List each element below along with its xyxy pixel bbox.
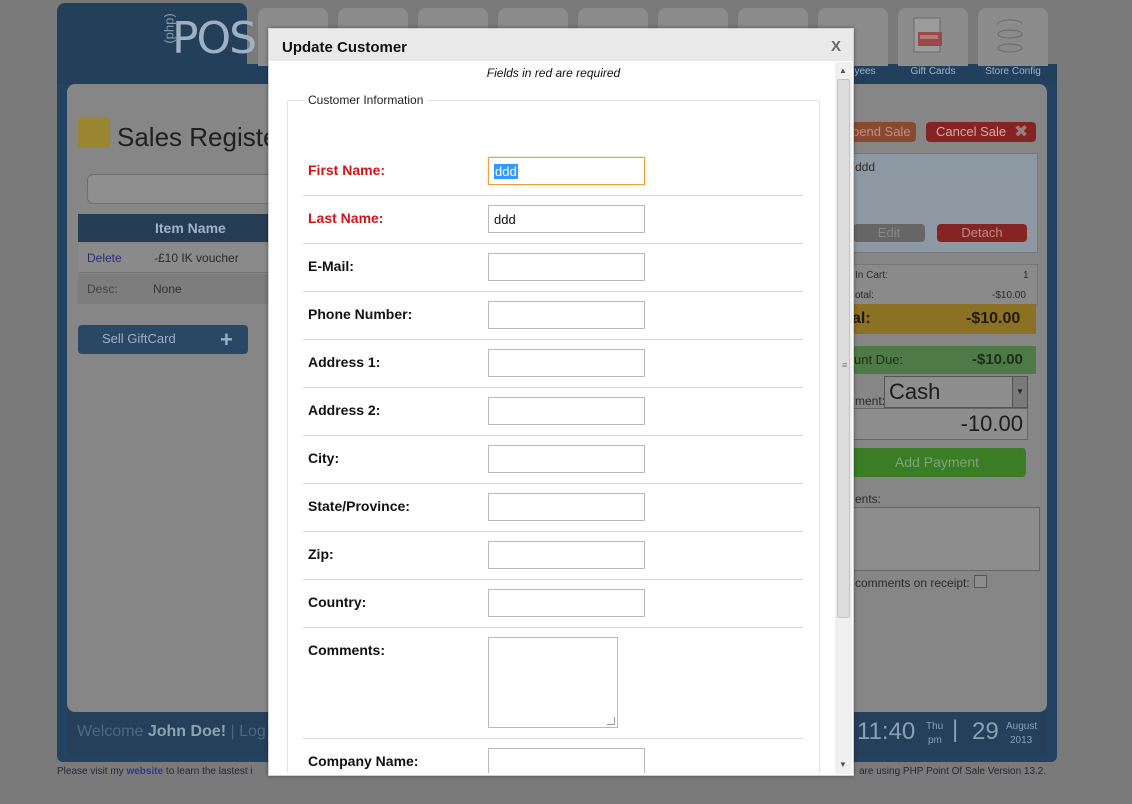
last-name-label: Last Name: <box>308 210 384 226</box>
email-label: E-Mail: <box>308 258 354 274</box>
company-name-label: Company Name: <box>308 753 419 769</box>
form-row-comments: Comments: <box>303 627 803 739</box>
required-fields-note: Fields in red are required <box>486 66 621 80</box>
form-row-company-name: Company Name: <box>303 738 803 773</box>
phone-number-label: Phone Number: <box>308 306 413 322</box>
country-input[interactable] <box>488 589 645 617</box>
state-province-label: State/Province: <box>308 498 410 514</box>
last-name-input[interactable]: ddd <box>488 205 645 233</box>
company-name-input[interactable] <box>488 748 645 773</box>
scroll-down-icon[interactable]: ▼ <box>839 760 847 769</box>
address-1-input[interactable] <box>488 349 645 377</box>
form-row-address-1: Address 1: <box>303 339 803 388</box>
comments-field-label: Comments: <box>308 642 386 658</box>
phone-number-input[interactable] <box>488 301 645 329</box>
fieldset-legend: Customer Information <box>304 93 428 107</box>
address-1-label: Address 1: <box>308 354 381 370</box>
scroll-up-icon[interactable]: ▲ <box>839 66 847 75</box>
form-row-last-name: Last Name: ddd <box>303 195 803 244</box>
form-row-state: State/Province: <box>303 483 803 532</box>
comments-textarea[interactable] <box>488 637 618 728</box>
first-name-label: First Name: <box>308 162 386 178</box>
close-button[interactable]: X <box>831 38 841 55</box>
zip-input[interactable] <box>488 541 645 569</box>
scrollbar-grip-icon: ≡ <box>842 360 848 370</box>
form-row-address-2: Address 2: <box>303 387 803 436</box>
form-row-first-name: First Name: ddd <box>303 147 803 196</box>
city-input[interactable] <box>488 445 645 473</box>
city-label: City: <box>308 450 340 466</box>
dialog-scrollbar[interactable]: ▲ ≡ ▼ <box>835 62 852 774</box>
form-row-city: City: <box>303 435 803 484</box>
scrollbar-thumb[interactable]: ≡ <box>837 79 850 618</box>
form-row-phone: Phone Number: <box>303 291 803 340</box>
form-row-zip: Zip: <box>303 531 803 580</box>
email-input[interactable] <box>488 253 645 281</box>
update-customer-dialog: Update Customer X Fields in red are requ… <box>268 28 854 776</box>
dialog-header: Update Customer X <box>269 29 853 61</box>
first-name-value: ddd <box>494 164 518 179</box>
modal-overlay: Update Customer X Fields in red are requ… <box>0 0 1132 804</box>
address-2-input[interactable] <box>488 397 645 425</box>
form-row-email: E-Mail: <box>303 243 803 292</box>
state-province-input[interactable] <box>488 493 645 521</box>
dialog-body: Fields in red are required Customer Info… <box>271 61 836 773</box>
address-2-label: Address 2: <box>308 402 381 418</box>
first-name-input[interactable]: ddd <box>488 157 645 185</box>
country-label: Country: <box>308 594 367 610</box>
resize-grip-icon[interactable] <box>607 717 615 725</box>
zip-label: Zip: <box>308 546 334 562</box>
form-row-country: Country: <box>303 579 803 628</box>
dialog-title: Update Customer <box>282 39 408 56</box>
